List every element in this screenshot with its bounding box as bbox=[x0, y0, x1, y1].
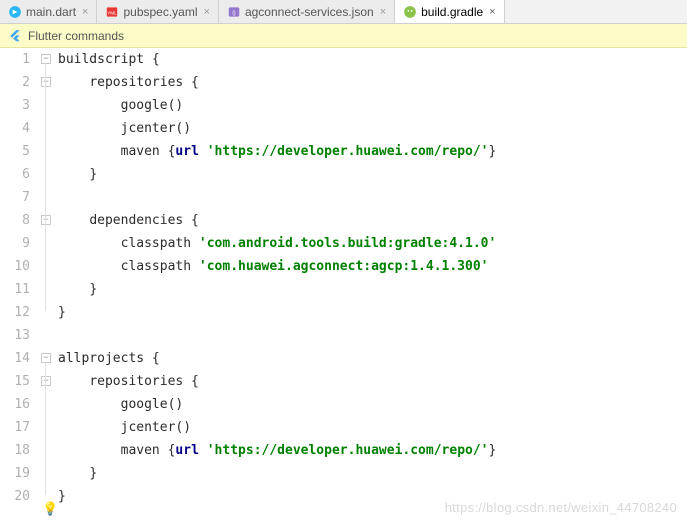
svg-text:{}: {} bbox=[232, 10, 236, 16]
code-area[interactable]: buildscript { repositories { google() jc… bbox=[54, 48, 687, 521]
line-number: 6 bbox=[0, 163, 30, 186]
line-number: 15 bbox=[0, 370, 30, 393]
line-number: 10 bbox=[0, 255, 30, 278]
fold-toggle-icon[interactable]: − bbox=[41, 54, 51, 64]
svg-text:YML: YML bbox=[108, 10, 118, 15]
line-number: 1 bbox=[0, 48, 30, 71]
code-editor[interactable]: 1234567891011121314151617181920 −−−−− bu… bbox=[0, 48, 687, 521]
line-number: 20 bbox=[0, 485, 30, 508]
line-number: 7 bbox=[0, 186, 30, 209]
fold-column[interactable]: − − − − − bbox=[40, 48, 54, 521]
editor-tabs: main.dart × YML pubspec.yaml × {} agconnect-se… bbox=[0, 0, 687, 24]
code-line[interactable]: } bbox=[58, 462, 687, 485]
line-number: 14 bbox=[0, 347, 30, 370]
code-line[interactable]: buildscript { bbox=[58, 48, 687, 71]
fold-toggle-icon[interactable]: − bbox=[41, 376, 51, 386]
gradle-file-icon bbox=[403, 5, 417, 19]
tab-agconnect-services-json[interactable]: {} agconnect-services.json × bbox=[219, 0, 395, 23]
code-line[interactable]: maven {url 'https://developer.huawei.com… bbox=[58, 439, 687, 462]
code-line[interactable]: jcenter() bbox=[58, 416, 687, 439]
intention-bulb-icon[interactable]: 💡 bbox=[42, 501, 58, 517]
flutter-commands-banner[interactable]: Flutter commands bbox=[0, 24, 687, 48]
fold-toggle-icon[interactable]: − bbox=[41, 77, 51, 87]
close-icon[interactable]: × bbox=[82, 6, 88, 18]
code-line[interactable]: repositories { bbox=[58, 71, 687, 94]
line-number: 12 bbox=[0, 301, 30, 324]
fold-toggle-icon[interactable]: − bbox=[41, 353, 51, 363]
banner-label: Flutter commands bbox=[28, 29, 124, 43]
json-file-icon: {} bbox=[227, 5, 241, 19]
tab-label: agconnect-services.json bbox=[245, 5, 374, 19]
flutter-icon bbox=[8, 29, 22, 43]
line-number: 8 bbox=[0, 209, 30, 232]
code-line[interactable]: maven {url 'https://developer.huawei.com… bbox=[58, 140, 687, 163]
line-number: 2 bbox=[0, 71, 30, 94]
code-line[interactable]: } bbox=[58, 301, 687, 324]
line-number: 3 bbox=[0, 94, 30, 117]
line-number: 19 bbox=[0, 462, 30, 485]
tab-main-dart[interactable]: main.dart × bbox=[0, 0, 97, 23]
line-number: 5 bbox=[0, 140, 30, 163]
code-line[interactable]: classpath 'com.android.tools.build:gradl… bbox=[58, 232, 687, 255]
code-line[interactable]: allprojects { bbox=[58, 347, 687, 370]
close-icon[interactable]: × bbox=[204, 6, 210, 18]
code-line[interactable]: repositories { bbox=[58, 370, 687, 393]
tab-build-gradle[interactable]: build.gradle × bbox=[395, 0, 504, 23]
code-line[interactable] bbox=[58, 324, 687, 347]
code-line[interactable]: classpath 'com.huawei.agconnect:agcp:1.4… bbox=[58, 255, 687, 278]
code-line[interactable] bbox=[58, 186, 687, 209]
line-number-gutter: 1234567891011121314151617181920 bbox=[0, 48, 40, 521]
line-number: 17 bbox=[0, 416, 30, 439]
line-number: 9 bbox=[0, 232, 30, 255]
tab-pubspec-yaml[interactable]: YML pubspec.yaml × bbox=[97, 0, 218, 23]
code-line[interactable]: dependencies { bbox=[58, 209, 687, 232]
fold-toggle-icon[interactable]: − bbox=[41, 215, 51, 225]
line-number: 11 bbox=[0, 278, 30, 301]
dart-file-icon bbox=[8, 5, 22, 19]
watermark-text: https://blog.csdn.net/weixin_44708240 bbox=[445, 500, 677, 515]
yaml-file-icon: YML bbox=[105, 5, 119, 19]
tab-label: pubspec.yaml bbox=[123, 5, 197, 19]
code-line[interactable]: jcenter() bbox=[58, 117, 687, 140]
tab-label: main.dart bbox=[26, 5, 76, 19]
code-line[interactable]: google() bbox=[58, 94, 687, 117]
code-line[interactable]: } bbox=[58, 278, 687, 301]
code-line[interactable]: } bbox=[58, 163, 687, 186]
tab-label: build.gradle bbox=[421, 5, 483, 19]
line-number: 13 bbox=[0, 324, 30, 347]
line-number: 16 bbox=[0, 393, 30, 416]
line-number: 18 bbox=[0, 439, 30, 462]
line-number: 4 bbox=[0, 117, 30, 140]
code-line[interactable]: google() bbox=[58, 393, 687, 416]
close-icon[interactable]: × bbox=[489, 6, 495, 18]
close-icon[interactable]: × bbox=[380, 6, 386, 18]
